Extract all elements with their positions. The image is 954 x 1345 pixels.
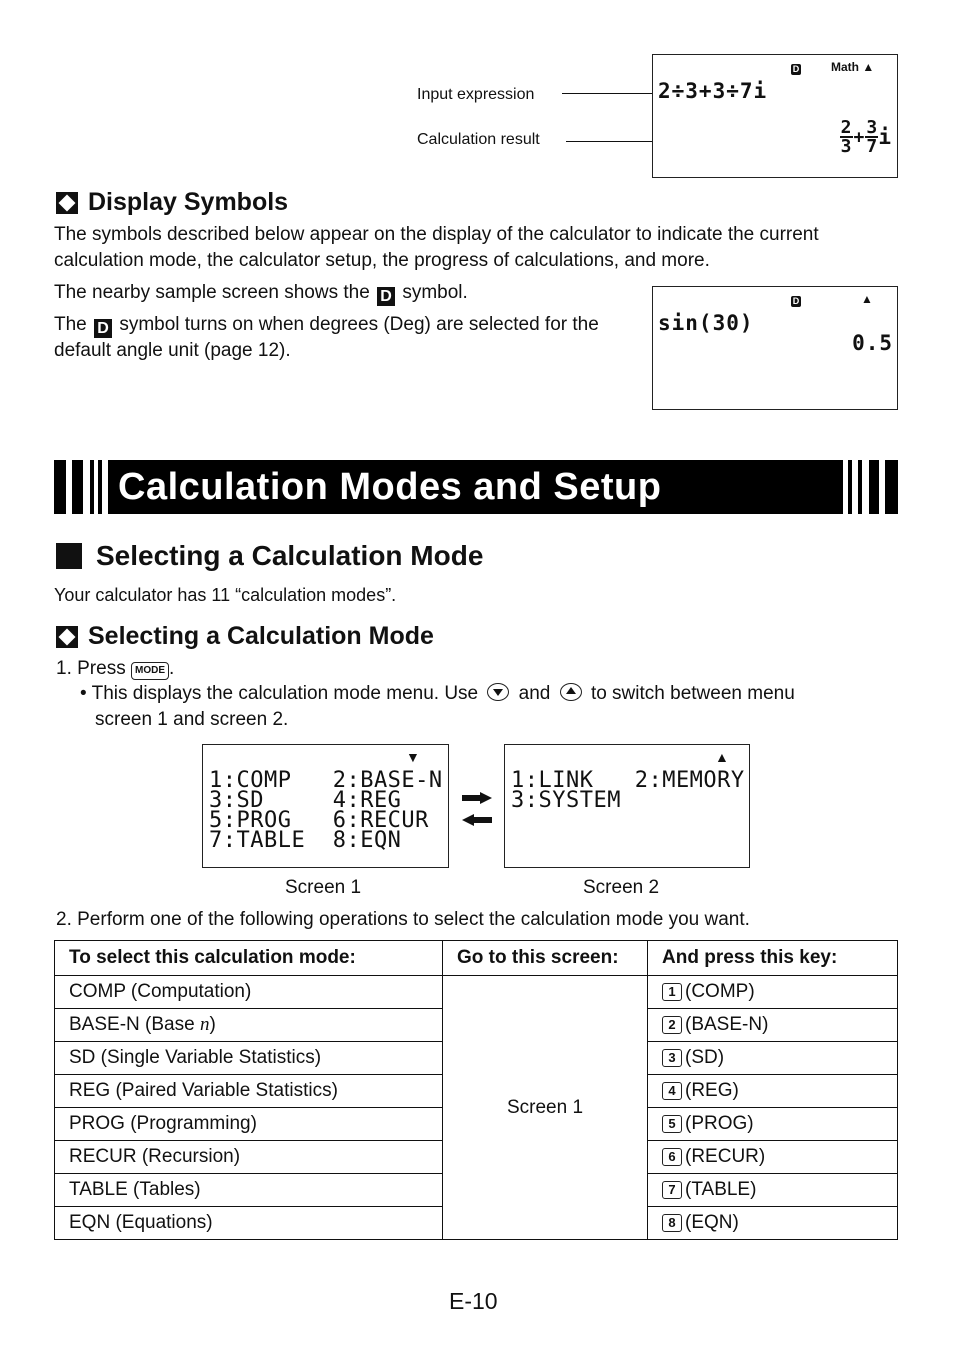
section-intro: Your calculator has 11 “calculation mode… bbox=[54, 585, 397, 605]
mode-name-cell: PROG (Programming) bbox=[54, 1107, 443, 1141]
banner-stripe bbox=[90, 460, 94, 514]
key-cell: 8 (EQN) bbox=[647, 1206, 898, 1240]
step-1-bullet-continued: screen 1 and screen 2. bbox=[95, 709, 289, 730]
degree-symbol-icon: D bbox=[94, 319, 113, 338]
mode-key-icon: MODE bbox=[130, 662, 169, 680]
step-1-bullet: • This displays the calculation mode men… bbox=[80, 683, 795, 704]
arrow-right-icon bbox=[462, 792, 492, 804]
number-key-icon: 7 bbox=[662, 1181, 682, 1199]
column-header: Go to this screen: bbox=[442, 940, 648, 976]
degree-symbol-paragraph: The D symbol turns on when degrees (Deg)… bbox=[54, 314, 599, 361]
lcd-screen-complex-example: D Math ▲ 2÷3+3÷7i 2 3 + 3 7 i bbox=[652, 54, 898, 178]
scroll-up-arrow-icon: ▲ bbox=[861, 292, 873, 306]
degree-indicator-icon: D bbox=[791, 296, 801, 307]
degree-symbol-icon: D bbox=[377, 287, 396, 306]
lcd-result: 0.5 bbox=[852, 331, 893, 355]
menu-screen-2: ▲ 1:LINK 2:MEMORY 3:SYSTEM bbox=[504, 744, 750, 868]
callout-calculation-result: Calculation result bbox=[417, 131, 540, 148]
degree-indicator-icon: D bbox=[791, 64, 801, 75]
lcd-input-line: 2÷3+3÷7i bbox=[658, 79, 768, 103]
key-cell: 1 (COMP) bbox=[647, 975, 898, 1009]
mode-name-cell: EQN (Equations) bbox=[54, 1206, 443, 1240]
mode-name-cell: TABLE (Tables) bbox=[54, 1173, 443, 1207]
scroll-up-arrow-icon: ▲ bbox=[862, 60, 875, 74]
square-bullet-icon bbox=[56, 543, 82, 569]
key-cell: 6 (RECUR) bbox=[647, 1140, 898, 1174]
number-key-icon: 3 bbox=[662, 1049, 682, 1067]
table-row: COMP (Computation) Screen 1 1 (COMP) bbox=[54, 975, 898, 1240]
step-2: 2. Perform one of the following operatio… bbox=[56, 909, 750, 930]
table-header-row: To select this calculation mode: Go to t… bbox=[54, 940, 898, 976]
key-cell: 3 (SD) bbox=[647, 1041, 898, 1075]
calculation-mode-table: To select this calculation mode: Go to t… bbox=[54, 940, 898, 1240]
mode-name-cell: COMP (Computation) bbox=[54, 975, 443, 1009]
mode-name-cell: SD (Single Variable Statistics) bbox=[54, 1041, 443, 1075]
number-key-icon: 2 bbox=[662, 1016, 682, 1034]
key-cell: 2 (BASE-N) bbox=[647, 1008, 898, 1042]
menu-line: 7:TABLE 8:EQN bbox=[209, 828, 402, 853]
scroll-down-arrow-icon: ▼ bbox=[406, 749, 420, 765]
number-key-icon: 4 bbox=[662, 1082, 682, 1100]
number-key-icon: 5 bbox=[662, 1115, 682, 1133]
lcd-screen-sin-example: D ▲ sin(30) 0.5 bbox=[652, 286, 898, 410]
column-header: To select this calculation mode: bbox=[54, 940, 443, 976]
scroll-up-arrow-icon: ▲ bbox=[715, 749, 729, 765]
banner-stripe bbox=[848, 460, 852, 514]
menu-screen-1: ▼ 1:COMP 2:BASE-N 3:SD 4:REG 5:PROG 6:RE… bbox=[202, 744, 449, 868]
arrow-left-icon bbox=[462, 814, 492, 826]
up-arrow-key-icon bbox=[559, 683, 582, 701]
banner-stripe bbox=[98, 460, 102, 514]
menu-line: 3:SYSTEM bbox=[511, 788, 621, 813]
subsection-heading: Selecting a Calculation Mode bbox=[56, 622, 434, 651]
sample-screen-paragraph: The nearby sample screen shows the D sym… bbox=[54, 282, 468, 306]
screen-2-label: Screen 2 bbox=[583, 877, 660, 898]
lcd-result-fraction: 2 3 + 3 7 i bbox=[839, 117, 891, 157]
banner-stripe bbox=[858, 460, 862, 514]
number-key-icon: 8 bbox=[662, 1214, 682, 1232]
diamond-bullet-icon bbox=[56, 191, 78, 214]
display-symbols-heading: Display Symbols bbox=[56, 188, 288, 217]
callout-leader-line bbox=[566, 141, 660, 142]
number-key-icon: 6 bbox=[662, 1148, 682, 1166]
column-header: And press this key: bbox=[647, 940, 898, 976]
lcd-input-line: sin(30) bbox=[658, 311, 754, 335]
math-indicator: Math ▲ bbox=[831, 60, 875, 74]
chapter-title: Calculation Modes and Setup bbox=[118, 466, 662, 508]
callout-input-expression: Input expression bbox=[417, 86, 535, 103]
screen-cell: Screen 1 bbox=[442, 975, 648, 1240]
mode-name-cell: REG (Paired Variable Statistics) bbox=[54, 1074, 443, 1108]
mode-name-cell: BASE-N (Base n) bbox=[54, 1008, 443, 1042]
mode-name-cell: RECUR (Recursion) bbox=[54, 1140, 443, 1174]
callout-leader-line bbox=[562, 93, 658, 94]
screen-1-label: Screen 1 bbox=[285, 877, 362, 898]
number-key-icon: 1 bbox=[662, 983, 682, 1001]
section-heading: Selecting a Calculation Mode bbox=[56, 540, 483, 572]
page-number: E-10 bbox=[449, 1288, 498, 1314]
banner-stripe bbox=[869, 460, 879, 514]
key-cell: 4 (REG) bbox=[647, 1074, 898, 1108]
key-cell: 7 (TABLE) bbox=[647, 1173, 898, 1207]
down-arrow-key-icon bbox=[487, 683, 510, 701]
banner-stripe bbox=[54, 460, 66, 514]
banner-stripe bbox=[885, 460, 898, 514]
key-cell: 5 (PROG) bbox=[647, 1107, 898, 1141]
banner-stripe bbox=[72, 460, 83, 514]
diamond-bullet-icon bbox=[56, 625, 78, 648]
display-symbols-paragraph: The symbols described below appear on th… bbox=[54, 224, 819, 271]
chapter-banner: Calculation Modes and Setup bbox=[54, 460, 898, 514]
step-1: 1. Press MODE. bbox=[56, 658, 175, 680]
